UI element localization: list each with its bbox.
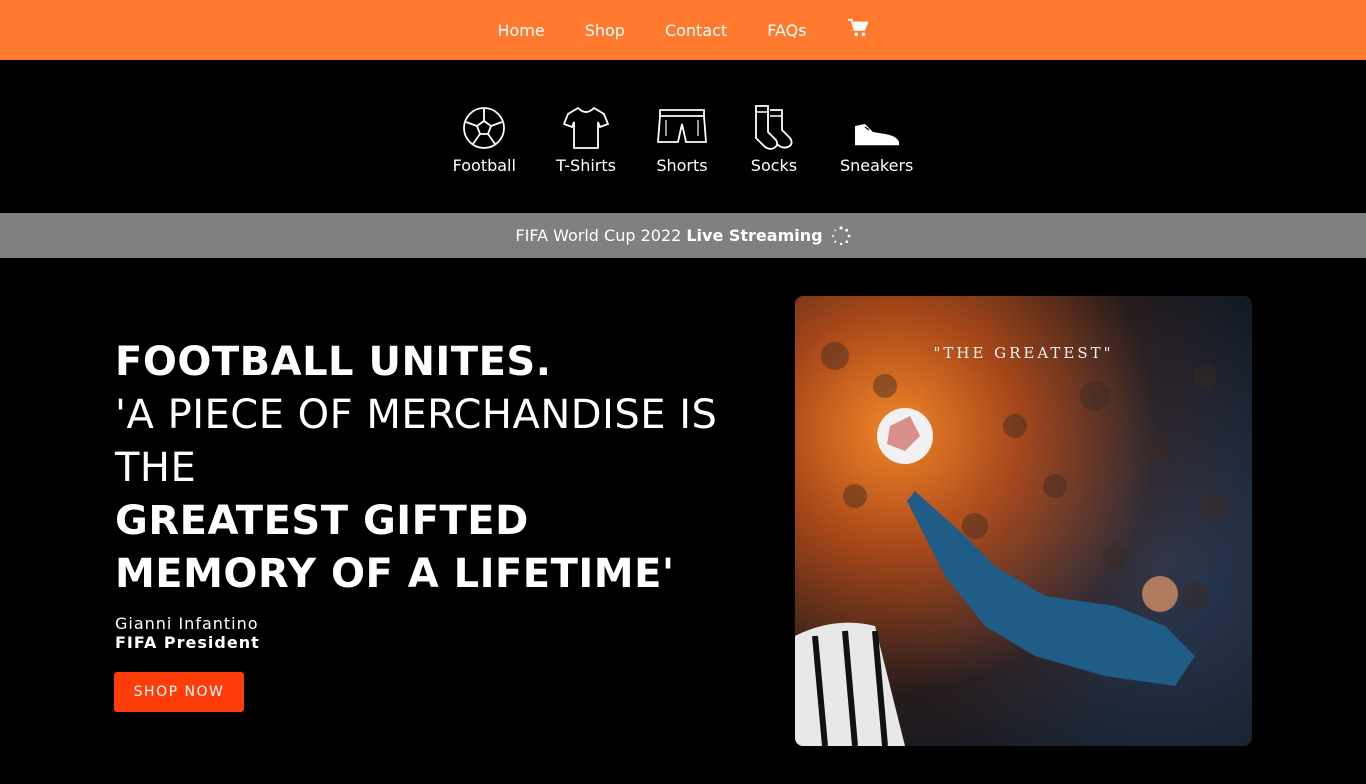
live-streaming-banner[interactable]: FIFA World Cup 2022 Live Streaming (0, 213, 1366, 258)
football-icon (463, 107, 506, 149)
nav-home[interactable]: Home (497, 21, 544, 40)
banner-bold-text: Live Streaming (686, 226, 823, 245)
category-tshirts[interactable]: T-Shirts (556, 102, 616, 175)
tshirt-icon (562, 106, 610, 149)
shop-now-button[interactable]: SHOP NOW (114, 672, 244, 712)
shopping-cart-icon (847, 18, 868, 37)
nav-faqs[interactable]: FAQs (767, 21, 806, 40)
headline-line-1: FOOTBALL UNITES. (115, 339, 552, 385)
quote-author-role: FIFA President (115, 633, 260, 652)
category-socks[interactable]: Socks (748, 102, 800, 175)
category-shorts[interactable]: Shorts (656, 102, 708, 175)
top-navigation: Home Shop Contact FAQs (0, 0, 1366, 60)
headline-line-3: GREATEST GIFTED MEMORY OF A LIFETIME' (115, 498, 675, 597)
hero-section: FOOTBALL UNITES. 'A PIECE OF MERCHANDISE… (0, 258, 1366, 784)
cart-link[interactable] (847, 18, 869, 38)
sneaker-icon (854, 124, 899, 147)
headline-line-2: 'A PIECE OF MERCHANDISE IS THE (115, 392, 718, 491)
nav-contact[interactable]: Contact (665, 21, 727, 40)
category-sneakers[interactable]: Sneakers (840, 102, 913, 175)
nav-shop[interactable]: Shop (585, 21, 625, 40)
category-bar: Football T-Shirts Shorts Socks Sneakers (0, 60, 1366, 213)
category-label: Socks (750, 156, 798, 175)
hero-photo: "THE GREATEST" (795, 296, 1252, 746)
quote-author: Gianni Infantino (115, 614, 259, 633)
banner-text: FIFA World Cup 2022 (515, 226, 682, 245)
crowd-scene-illustration (795, 342, 1229, 746)
category-label: T-Shirts (555, 156, 616, 175)
category-football[interactable]: Football (453, 102, 516, 175)
category-label: Football (452, 156, 516, 175)
category-label: Sneakers (839, 156, 914, 175)
socks-icon (755, 105, 793, 150)
shorts-icon (656, 109, 707, 143)
loading-spinner-icon (831, 225, 850, 245)
hero-headline: FOOTBALL UNITES. 'A PIECE OF MERCHANDISE… (115, 336, 735, 601)
category-label: Shorts (656, 156, 708, 175)
photo-caption: "THE GREATEST" (933, 344, 1114, 362)
